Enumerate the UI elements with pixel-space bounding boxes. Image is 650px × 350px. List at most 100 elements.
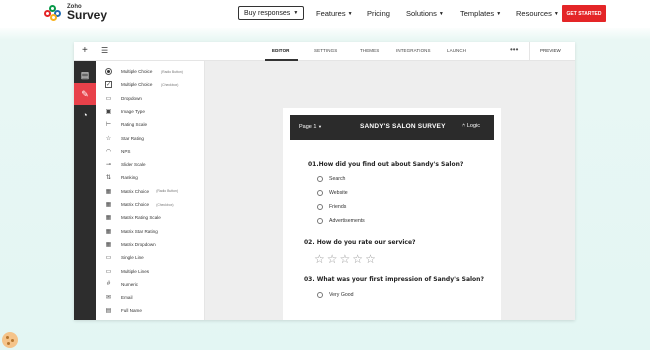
question-type-item[interactable]: ▤ Full Name xyxy=(96,304,204,317)
star-icon: ☆ xyxy=(105,135,112,142)
chevron-down-icon: ▼ xyxy=(553,10,559,17)
logic-button[interactable]: ⑃ Logic xyxy=(462,123,480,129)
theme-palette-icon[interactable]: ◔ xyxy=(74,104,96,126)
radio-icon xyxy=(317,190,323,196)
edit-pencil-icon[interactable]: ✎ xyxy=(74,83,96,105)
question-type-label: Star Rating xyxy=(121,135,144,141)
question-type-list: Multiple Choice (Radio Button) ✓ Multiple C… xyxy=(96,61,205,320)
menu-icon[interactable]: ☰ xyxy=(101,46,108,55)
nav-features[interactable]: Features ▼ xyxy=(316,9,353,18)
tab-themes[interactable]: THEMES xyxy=(360,48,379,53)
nav-templates-label: Templates xyxy=(460,9,495,18)
question-type-sublabel: (Radio Button) xyxy=(156,189,179,194)
question-3-text[interactable]: 03. What was your first impression of Sa… xyxy=(304,276,484,283)
question-type-label: Slider Scale xyxy=(121,162,146,168)
question-1-text[interactable]: 01.How did you find out about Sandy's Sa… xyxy=(308,161,463,168)
get-started-button[interactable]: GET STARTED xyxy=(562,5,606,22)
buy-responses-label: Buy responses xyxy=(244,9,291,17)
page-selector-label: Page 1 xyxy=(299,124,317,130)
question-type-item[interactable]: ▦ Matrix Choice (Radio Button) xyxy=(96,185,204,198)
logic-label: Logic xyxy=(466,123,480,129)
nav-solutions[interactable]: Solutions ▼ xyxy=(406,9,444,18)
question-type-label: Multiple Lines xyxy=(121,268,150,274)
survey-page: Page 1 ▼ SANDY'S SALON SURVEY ⑃ Logic 01… xyxy=(283,108,501,320)
star-icon[interactable]: ☆ xyxy=(365,253,376,265)
question-type-item[interactable]: ▦ Matrix Rating Scale xyxy=(96,211,204,224)
editor-toolbar: + ☰ EDITOR SETTINGS THEMES INTEGRATIONS … xyxy=(74,42,575,61)
question-type-item[interactable]: ⊸ Slider Scale xyxy=(96,158,204,171)
question-2-text[interactable]: 02. How do you rate our service? xyxy=(304,239,416,246)
zoho-logo-icon xyxy=(44,4,64,21)
nav-pricing[interactable]: Pricing xyxy=(367,9,390,18)
star-icon[interactable]: ☆ xyxy=(327,253,338,265)
zoho-survey-logo[interactable]: Zoho Survey xyxy=(44,4,107,21)
star-icon[interactable]: ☆ xyxy=(340,253,351,265)
radio-icon xyxy=(317,218,323,224)
checkbox-icon: ✓ xyxy=(105,81,112,89)
q1-option-advertisements[interactable]: Advertisements xyxy=(317,218,365,224)
q1-option-search[interactable]: Search xyxy=(317,176,345,182)
star-icon[interactable]: ☆ xyxy=(352,253,363,265)
chevron-down-icon: ▼ xyxy=(438,10,444,17)
question-type-item[interactable]: ▭ Multiple Lines xyxy=(96,265,204,278)
chevron-down-icon: ▼ xyxy=(496,10,502,17)
question-type-item[interactable]: ◠ NPS xyxy=(96,145,204,158)
add-icon[interactable]: + xyxy=(82,45,88,56)
question-type-item[interactable]: ☆ Star Rating xyxy=(96,132,204,145)
q1-option-website[interactable]: Website xyxy=(317,190,348,196)
q1-option-label: Search xyxy=(329,176,346,182)
question-type-item[interactable]: ✉ Email xyxy=(96,291,204,304)
radio-icon xyxy=(317,204,323,210)
question-type-item[interactable]: ▣ Image Type xyxy=(96,105,204,118)
tab-integrations[interactable]: INTEGRATIONS xyxy=(396,48,431,53)
survey-canvas: Page 1 ▼ SANDY'S SALON SURVEY ⑃ Logic 01… xyxy=(205,61,575,320)
rating-scale-icon: ⊢ xyxy=(105,122,112,129)
full-name-icon: ▤ xyxy=(105,308,112,315)
tab-settings[interactable]: SETTINGS xyxy=(314,48,337,53)
page-selector[interactable]: Page 1 ▼ xyxy=(299,124,322,130)
matrix-dropdown-icon: ▦ xyxy=(105,241,112,248)
tab-editor[interactable]: EDITOR xyxy=(272,48,290,53)
question-type-item[interactable]: ⊢ Rating Scale xyxy=(96,118,204,131)
left-rail: ▤ ✎ ◔ xyxy=(74,61,96,320)
question-type-label: Multiple Choice xyxy=(121,69,153,74)
question-type-item[interactable]: ▦ Matrix Choice (Checkbox) xyxy=(96,198,204,211)
q1-option-label: Advertisements xyxy=(329,218,365,224)
question-type-item[interactable]: ▦ Matrix Dropdown xyxy=(96,238,204,251)
cookie-icon[interactable] xyxy=(2,332,18,348)
question-type-item[interactable]: # Numeric xyxy=(96,278,204,291)
chevron-down-icon: ▼ xyxy=(293,10,299,16)
question-type-item[interactable]: ▦ Matrix Star Rating xyxy=(96,225,204,238)
matrix-rating-icon: ▦ xyxy=(105,215,112,222)
email-icon: ✉ xyxy=(105,295,112,302)
radio-icon xyxy=(105,68,112,75)
q1-option-friends[interactable]: Friends xyxy=(317,204,346,210)
chevron-down-icon: ▼ xyxy=(347,10,353,17)
survey-title[interactable]: SANDY'S SALON SURVEY xyxy=(360,123,446,130)
question-type-item[interactable]: Multiple Choice (Radio Button) xyxy=(96,65,204,78)
preview-button[interactable]: PREVIEW xyxy=(540,48,561,53)
toolbar-divider xyxy=(529,42,530,61)
question-type-item[interactable]: ▭ Dropdown xyxy=(96,92,204,105)
nav-solutions-label: Solutions xyxy=(406,9,437,18)
star-icon[interactable]: ☆ xyxy=(314,253,325,265)
q1-option-label: Website xyxy=(329,190,348,196)
question-type-label: Dropdown xyxy=(121,95,142,101)
nav-templates[interactable]: Templates ▼ xyxy=(460,9,501,18)
question-type-item[interactable]: ⇅ Ranking xyxy=(96,171,204,184)
buy-responses-button[interactable]: Buy responses ▼ xyxy=(238,6,305,20)
question-type-label: Ranking xyxy=(121,175,138,181)
question-type-item[interactable]: ✓ Multiple Choice (Checkbox) xyxy=(96,78,204,91)
question-type-label: Matrix Dropdown xyxy=(121,241,156,247)
more-options-icon[interactable]: ••• xyxy=(510,45,518,54)
q3-option-label: Very Good xyxy=(329,292,354,298)
q3-option-very-good[interactable]: Very Good xyxy=(317,292,354,298)
question-type-label: Rating Scale xyxy=(121,122,148,128)
numeric-icon: # xyxy=(106,281,111,288)
single-line-icon: ▭ xyxy=(105,255,112,262)
nav-resources[interactable]: Resources ▼ xyxy=(516,9,559,18)
question-type-item[interactable]: ▭ Single Line xyxy=(96,251,204,264)
tab-launch[interactable]: LAUNCH xyxy=(447,48,466,53)
question-type-label: Matrix Rating Scale xyxy=(121,215,161,221)
matrix-radio-icon: ▦ xyxy=(105,188,112,195)
